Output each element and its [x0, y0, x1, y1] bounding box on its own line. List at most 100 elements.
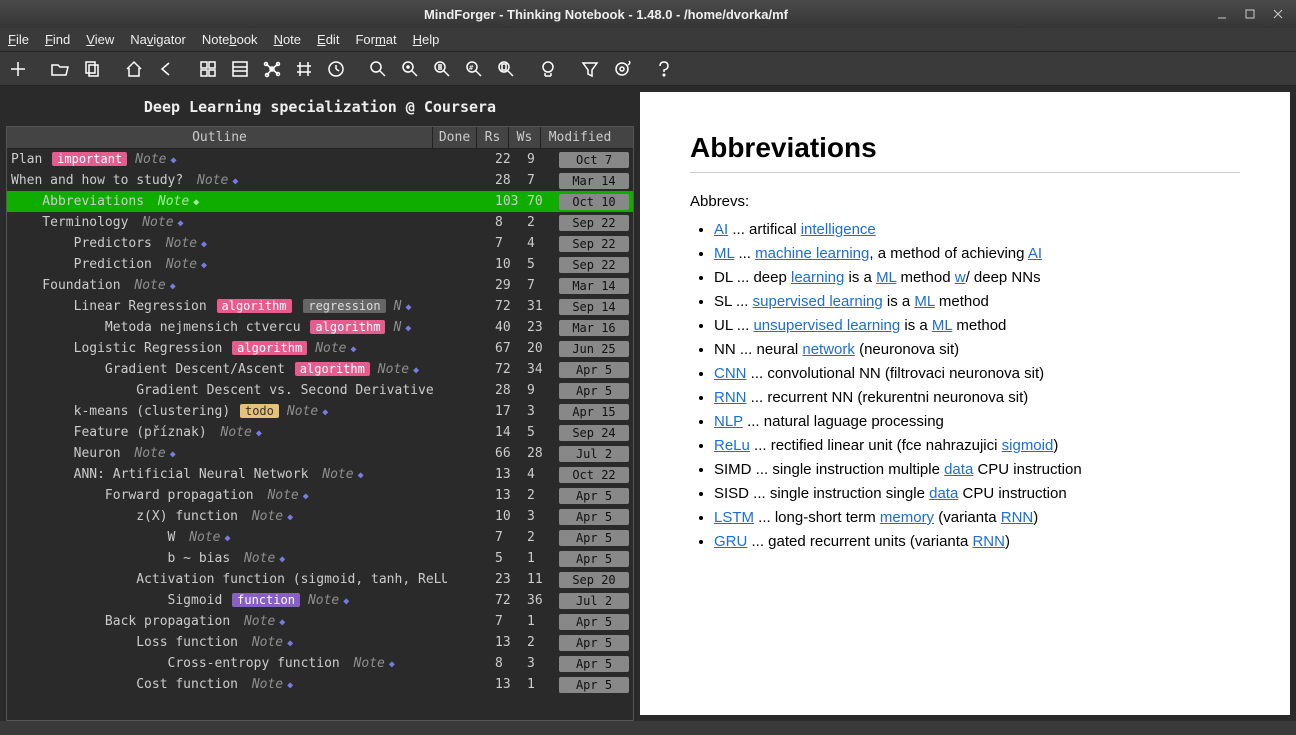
menu-notebook[interactable]: Notebook [202, 32, 258, 47]
search-graph-icon[interactable] [396, 55, 424, 83]
list-item: AI ... artifical intelligence [714, 218, 1240, 242]
list-item: RNN ... recurrent NN (rekurentni neurono… [714, 386, 1240, 410]
note-content: Abbreviations Abbrevs: AI ... artifical … [690, 132, 1240, 554]
menu-navigator[interactable]: Navigator [130, 32, 186, 47]
list-item: NN ... neural network (neuronova sit) [714, 338, 1240, 362]
list-item: SL ... supervised learning is a ML metho… [714, 290, 1240, 314]
table-row[interactable]: Neuron Note◆6628Jul 2 [7, 443, 633, 464]
link[interactable]: supervised learning [753, 293, 883, 310]
link[interactable]: data [944, 461, 973, 478]
link[interactable]: ML [714, 245, 734, 262]
link[interactable]: sigmoid [1002, 437, 1054, 454]
table-row[interactable]: Cross-entropy function Note◆83Apr 5 [7, 653, 633, 674]
menu-help[interactable]: Help [413, 32, 440, 47]
back-icon[interactable] [152, 55, 180, 83]
col-rs[interactable]: Rs [477, 127, 509, 148]
menu-edit[interactable]: Edit [317, 32, 339, 47]
search-hash-icon[interactable]: # [460, 55, 488, 83]
close-button[interactable] [1268, 4, 1288, 24]
table-row[interactable]: b ~ bias Note◆51Apr 5 [7, 548, 633, 569]
link[interactable]: AI [714, 221, 728, 238]
table-row[interactable]: Cost function Note◆131Apr 5 [7, 674, 633, 695]
graph-icon[interactable] [258, 55, 286, 83]
table-row[interactable]: Abbreviations Note◆10370Oct 10 [7, 191, 633, 212]
table-row[interactable]: Plan importantNote◆229Oct 7 [7, 149, 633, 170]
menu-format[interactable]: Format [355, 32, 396, 47]
main-body: Deep Learning specialization @ Coursera … [0, 86, 1296, 721]
settings-icon[interactable] [608, 55, 636, 83]
table-row[interactable]: W Note◆72Apr 5 [7, 527, 633, 548]
list-item: SIMD ... single instruction multiple dat… [714, 458, 1240, 482]
col-ws[interactable]: Ws [509, 127, 541, 148]
col-outline[interactable]: Outline [7, 127, 433, 148]
link[interactable]: w [955, 269, 966, 286]
link[interactable]: ReLu [714, 437, 750, 454]
menu-find[interactable]: Find [45, 32, 70, 47]
tag-icon[interactable] [290, 55, 318, 83]
think-icon[interactable] [534, 55, 562, 83]
search-icon[interactable] [364, 55, 392, 83]
help-icon[interactable] [650, 55, 678, 83]
table-body[interactable]: Plan importantNote◆229Oct 7When and how … [7, 149, 633, 720]
menubar: File Find View Navigator Notebook Note Edit For… [0, 28, 1296, 52]
link[interactable]: data [929, 485, 958, 502]
new-icon[interactable] [4, 55, 32, 83]
link[interactable]: network [802, 341, 855, 358]
filter-icon[interactable] [576, 55, 604, 83]
link[interactable]: memory [880, 509, 934, 526]
link[interactable]: machine learning [755, 245, 869, 262]
home-icon[interactable] [120, 55, 148, 83]
table-row[interactable]: Prediction Note◆105Sep 22 [7, 254, 633, 275]
table-row[interactable]: Terminology Note◆82Sep 22 [7, 212, 633, 233]
table-row[interactable]: ANN: Artificial Neural Network Note◆134O… [7, 464, 633, 485]
link[interactable]: RNN [714, 389, 747, 406]
table-row[interactable]: Back propagation Note◆71Apr 5 [7, 611, 633, 632]
link[interactable]: RNN [972, 533, 1005, 550]
note-viewer[interactable]: Abbreviations Abbrevs: AI ... artifical … [640, 92, 1290, 715]
col-done[interactable]: Done [433, 127, 477, 148]
menu-note[interactable]: Note [274, 32, 301, 47]
link[interactable]: unsupervised learning [753, 317, 900, 334]
list-item: GRU ... gated recurrent units (varianta … [714, 530, 1240, 554]
minimize-button[interactable] [1212, 4, 1232, 24]
link[interactable]: RNN [1001, 509, 1034, 526]
table-row[interactable]: Logistic Regression algorithmNote◆6720Ju… [7, 338, 633, 359]
search-list-icon[interactable] [428, 55, 456, 83]
table-row[interactable]: Gradient Descent/Ascent algorithmNote◆72… [7, 359, 633, 380]
table-row[interactable]: When and how to study? Note◆287Mar 14 [7, 170, 633, 191]
menu-view[interactable]: View [86, 32, 114, 47]
table-row[interactable]: z(X) function Note◆103Apr 5 [7, 506, 633, 527]
table-row[interactable]: Predictors Note◆74Sep 22 [7, 233, 633, 254]
table-row[interactable]: Activation function (sigmoid, tanh, ReLU… [7, 569, 633, 590]
link[interactable]: AI [1028, 245, 1042, 262]
open-folder-icon[interactable] [46, 55, 74, 83]
table-row[interactable]: Feature (příznak) Note◆145Sep 24 [7, 422, 633, 443]
maximize-button[interactable] [1240, 4, 1260, 24]
table-row[interactable]: Metoda nejmensich ctvercu algorithmN◆402… [7, 317, 633, 338]
recent-icon[interactable] [322, 55, 350, 83]
link[interactable]: ML [876, 269, 896, 286]
table-row[interactable]: Forward propagation Note◆132Apr 5 [7, 485, 633, 506]
search-doc-icon[interactable] [492, 55, 520, 83]
menu-file[interactable]: File [8, 32, 29, 47]
table-row[interactable]: Linear Regression algorithm regressionN◆… [7, 296, 633, 317]
grid-icon[interactable] [194, 55, 222, 83]
list-item: SISD ... single instruction single data … [714, 482, 1240, 506]
link[interactable]: NLP [714, 413, 743, 430]
list-icon[interactable] [226, 55, 254, 83]
link[interactable]: learning [791, 269, 844, 286]
link[interactable]: CNN [714, 365, 747, 382]
table-row[interactable]: Gradient Descent vs. Second Derivative 2… [7, 380, 633, 401]
link[interactable]: LSTM [714, 509, 754, 526]
table-row[interactable]: Loss function Note◆132Apr 5 [7, 632, 633, 653]
link[interactable]: GRU [714, 533, 747, 550]
copy-icon[interactable] [78, 55, 106, 83]
link[interactable]: ML [914, 293, 934, 310]
col-modified[interactable]: Modified [541, 127, 619, 148]
table-row[interactable]: Sigmoid functionNote◆7236Jul 2 [7, 590, 633, 611]
table-row[interactable]: Foundation Note◆297Mar 14 [7, 275, 633, 296]
link[interactable]: ML [932, 317, 952, 334]
list-item: DL ... deep learning is a ML method w/ d… [714, 266, 1240, 290]
link[interactable]: intelligence [801, 221, 876, 238]
table-row[interactable]: k-means (clustering) todoNote◆173Apr 15 [7, 401, 633, 422]
